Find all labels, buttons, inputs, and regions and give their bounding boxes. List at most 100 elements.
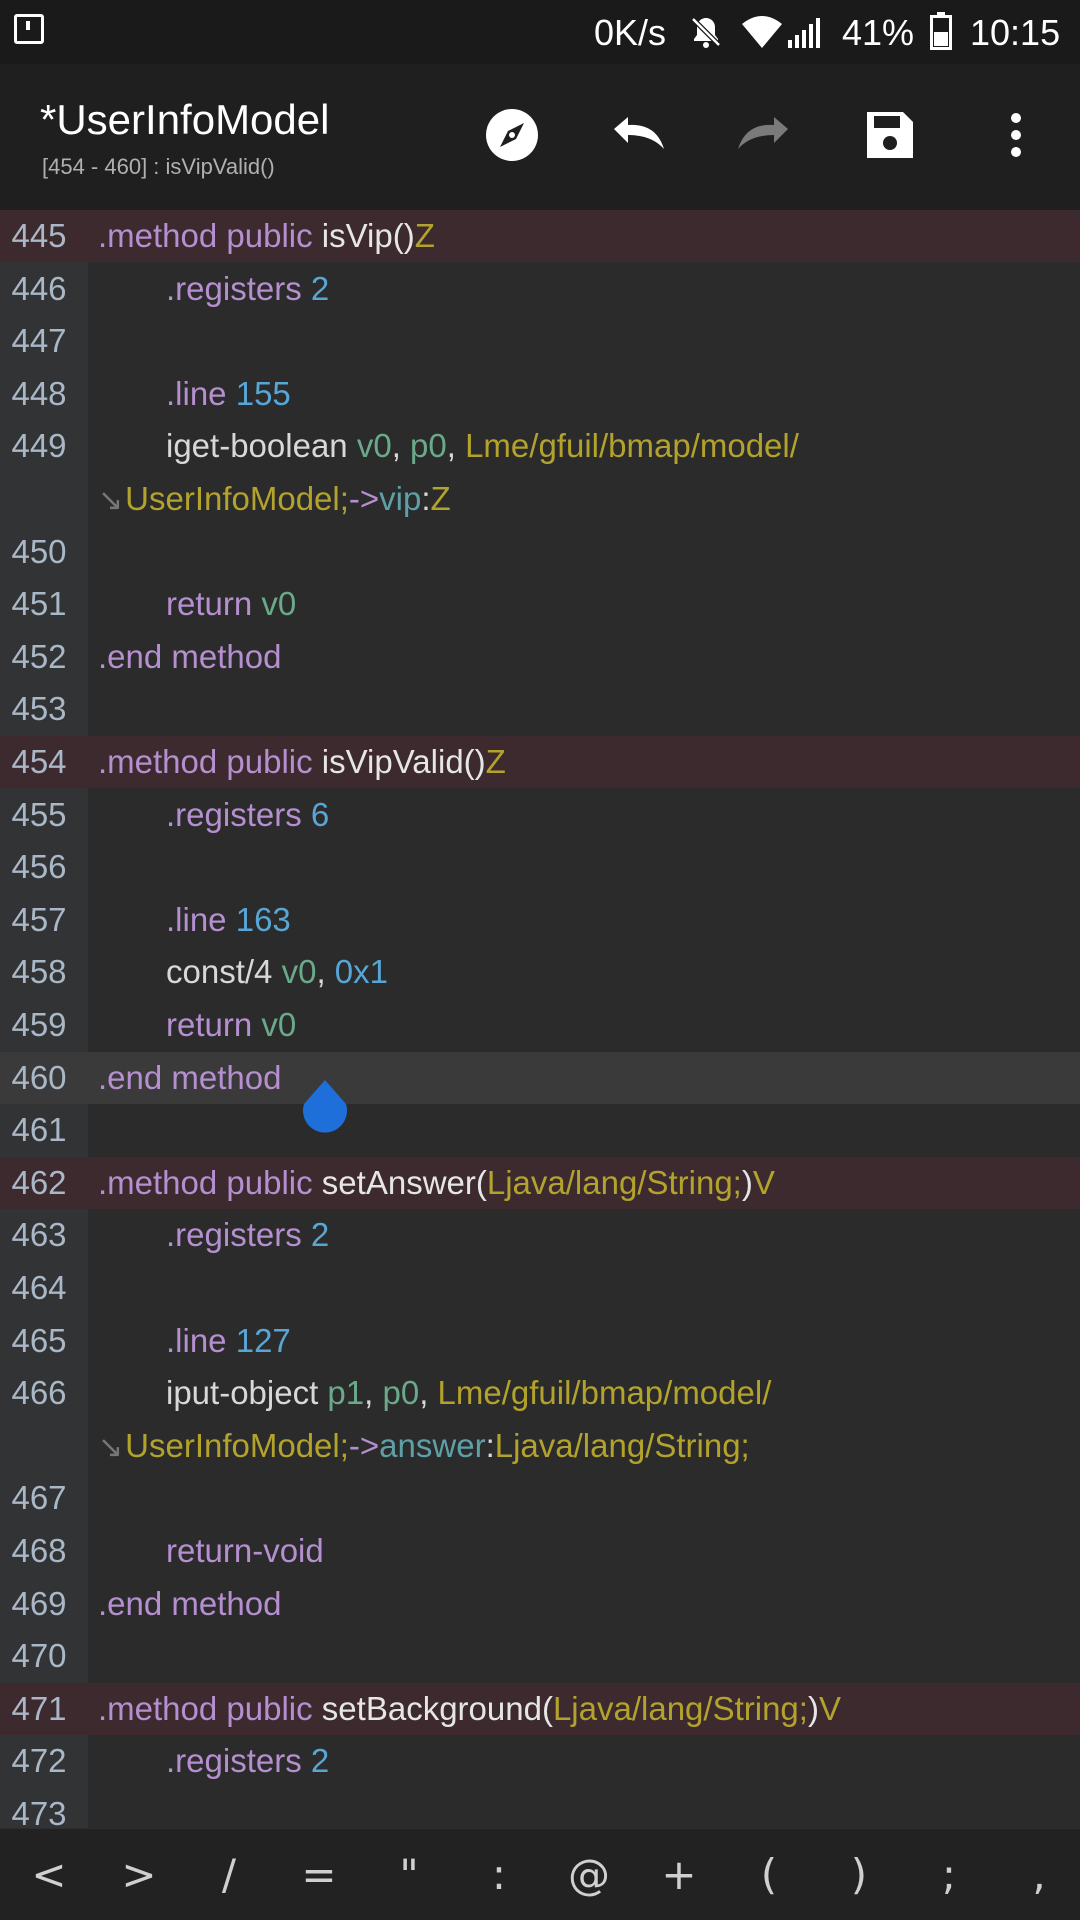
line-number: 445: [11, 217, 67, 254]
code-line[interactable]: 461: [0, 1104, 1080, 1156]
code-editor[interactable]: 445 .method public isVip()Z 446 .registers …: [0, 210, 1080, 1828]
code-line[interactable]: ↘UserInfoModel;->vip:Z: [0, 473, 1080, 525]
code-line[interactable]: 449 iget-boolean v0, p0, Lme/gfuil/bmap/m…: [0, 420, 1080, 472]
code-line[interactable]: 452 .end method: [0, 631, 1080, 683]
code-token: Z: [414, 217, 435, 254]
compass-icon: [486, 109, 538, 161]
code-line[interactable]: 445 .method public isVip()Z: [0, 210, 1080, 262]
code-text: .registers 6: [166, 789, 329, 841]
line-number: 462: [11, 1163, 67, 1201]
code-line[interactable]: 455 .registers 6: [0, 789, 1080, 841]
code-line[interactable]: 450: [0, 526, 1080, 578]
code-token: V: [818, 1689, 841, 1727]
line-number: 455: [11, 795, 67, 833]
code-token: method: [162, 1058, 282, 1096]
line-number: 456: [11, 848, 67, 886]
code-text: return v0: [166, 999, 296, 1051]
code-line[interactable]: 467: [0, 1472, 1080, 1524]
code-text: .method public setBackground(Ljava/lang/…: [98, 1683, 841, 1735]
code-line[interactable]: 466 iput-object p1, p0, Lme/gfuil/bmap/mo…: [0, 1367, 1080, 1419]
code-token: public: [217, 1163, 313, 1201]
navigate-button[interactable]: [479, 102, 545, 168]
symbol-key[interactable]: @: [554, 1829, 624, 1920]
code-line[interactable]: 471 .method public setBackground(Ljava/la…: [0, 1682, 1080, 1735]
code-line[interactable]: 454 .method public isVipValid()Z: [0, 736, 1080, 788]
line-number: 447: [11, 322, 67, 360]
code-token: ): [741, 1163, 753, 1201]
wifi-icon: [742, 16, 782, 48]
code-line[interactable]: 453: [0, 683, 1080, 735]
code-line[interactable]: 456: [0, 841, 1080, 893]
symbol-key[interactable]: ): [824, 1829, 894, 1920]
line-number: 461: [11, 1111, 67, 1149]
code-token: ): [807, 1689, 819, 1727]
code-token: .end: [98, 637, 163, 675]
line-number: 464: [11, 1269, 67, 1306]
symbol-key[interactable]: ,: [1004, 1829, 1074, 1920]
code-line[interactable]: 451 return v0: [0, 578, 1080, 630]
symbol-key[interactable]: /: [194, 1829, 264, 1920]
code-line[interactable]: 468 return-void: [0, 1525, 1080, 1577]
code-line[interactable]: 462 .method public setAnswer(Ljava/lang/S…: [0, 1156, 1080, 1209]
code-text: return-void: [166, 1525, 324, 1577]
code-token: setBackground(: [312, 1689, 553, 1727]
line-number: 454: [11, 743, 67, 780]
code-line[interactable]: 465 .line 127: [0, 1315, 1080, 1367]
code-line[interactable]: 460 .end method: [0, 1051, 1080, 1104]
save-button[interactable]: [857, 102, 923, 168]
code-token: 6: [301, 795, 330, 833]
code-token: isVip(): [312, 217, 415, 254]
code-token: 163: [226, 900, 291, 938]
line-number: 465: [11, 1321, 67, 1359]
code-line[interactable]: 470: [0, 1630, 1080, 1682]
code-token: Z: [485, 743, 506, 780]
line-number: 473: [11, 1795, 67, 1828]
symbol-key[interactable]: >: [104, 1829, 174, 1920]
code-text: iput-object p1, p0, Lme/gfuil/bmap/model…: [166, 1367, 771, 1419]
notification-icon: [14, 14, 44, 44]
symbol-key[interactable]: ;: [914, 1829, 984, 1920]
code-text: .end method: [98, 1052, 281, 1104]
code-line[interactable]: 458 const/4 v0, 0x1: [0, 946, 1080, 998]
code-token: .line: [166, 374, 227, 412]
code-line[interactable]: 447: [0, 315, 1080, 367]
code-token: 155: [226, 374, 291, 412]
code-token: .line: [166, 1321, 227, 1359]
battery-icon: [930, 12, 952, 50]
code-line[interactable]: 469 .end method: [0, 1578, 1080, 1630]
code-line[interactable]: 446 .registers 2: [0, 263, 1080, 315]
symbol-key[interactable]: <: [14, 1829, 84, 1920]
code-text: .registers 2: [166, 1209, 329, 1261]
code-token: v0: [272, 953, 317, 991]
symbol-key[interactable]: (: [734, 1829, 804, 1920]
code-line[interactable]: ↘UserInfoModel;->answer:Ljava/lang/Strin…: [0, 1420, 1080, 1472]
code-line[interactable]: 448 .line 155: [0, 368, 1080, 420]
app-root: 0K/s 41% 10:15 *UserInfoModel [454 - 460…: [0, 0, 1080, 1920]
symbol-key[interactable]: :: [464, 1829, 534, 1920]
battery-percent: 41%: [842, 12, 915, 53]
code-token: 0x1: [325, 953, 388, 991]
editor-toolbar: *UserInfoModel [454 - 460] : isVipValid(…: [0, 64, 1080, 210]
symbol-key[interactable]: =: [284, 1829, 354, 1920]
line-number: 452: [11, 637, 67, 675]
code-token: public: [217, 217, 313, 254]
symbol-key[interactable]: ": [374, 1829, 444, 1920]
wrap-arrow-icon: ↘: [98, 1430, 124, 1464]
line-number: 450: [11, 532, 67, 570]
code-token: 2: [301, 269, 330, 307]
code-line[interactable]: 473: [0, 1788, 1080, 1828]
undo-button[interactable]: [606, 102, 672, 168]
line-number: 448: [11, 374, 67, 412]
code-line[interactable]: 472 .registers 2: [0, 1735, 1080, 1787]
code-line[interactable]: 464: [0, 1262, 1080, 1314]
redo-button[interactable]: [730, 102, 796, 168]
code-line[interactable]: 457 .line 163: [0, 894, 1080, 946]
more-options-button[interactable]: [983, 102, 1049, 168]
code-line[interactable]: 463 .registers 2: [0, 1209, 1080, 1261]
line-number: 472: [11, 1742, 67, 1780]
code-line[interactable]: 459 return v0: [0, 999, 1080, 1051]
line-number: 458: [11, 953, 67, 991]
bell-muted-icon: [691, 17, 721, 48]
cursor-handle[interactable]: [298, 1078, 352, 1138]
symbol-key[interactable]: +: [644, 1829, 714, 1920]
